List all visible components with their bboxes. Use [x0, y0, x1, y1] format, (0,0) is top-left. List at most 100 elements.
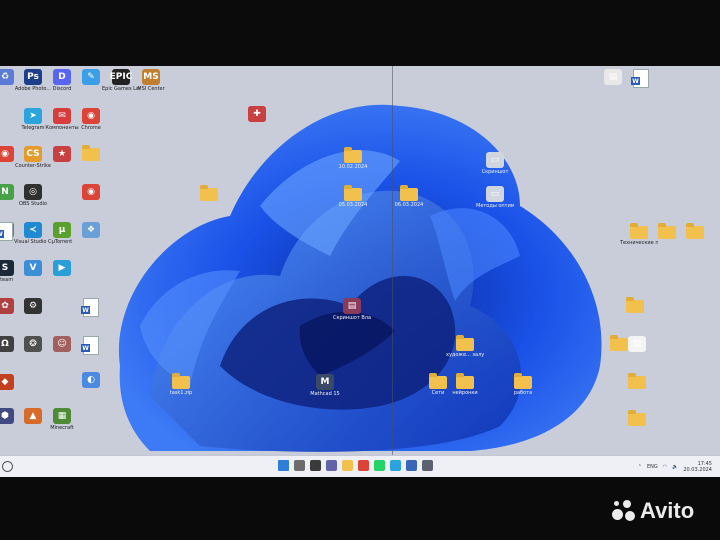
folder-icon [626, 297, 644, 313]
task-view-icon[interactable] [310, 460, 321, 471]
clock-date: 20.03.2024 [683, 467, 712, 473]
word-badge-icon: W [81, 306, 90, 314]
volume-icon[interactable]: 🔈 [672, 464, 678, 470]
app-27-icon: ❂ [24, 336, 42, 352]
system-tray: ⌃ ENG ◠ 🔈 17:45 20.03.2024 [638, 459, 712, 475]
desktop-icon-app-22[interactable]: ▶ [43, 260, 81, 277]
desktop-icon-folder-art[interactable]: художе... залупа... [446, 335, 484, 358]
settings-taskbar-icon[interactable] [422, 460, 433, 471]
desktop-icon-right-f7[interactable] [600, 335, 638, 352]
recycle-bin-icon: ♻ [0, 69, 14, 85]
chrome-2-icon: ◉ [0, 146, 14, 162]
desktop-icon-word-3[interactable]: W [72, 336, 110, 356]
desktop-icon-label: Методы оптимиза... [476, 203, 514, 209]
word-document-icon: W [81, 336, 99, 355]
desktop-icon-app-31[interactable]: ◐ [72, 372, 110, 389]
chrome-taskbar-icon[interactable] [358, 460, 369, 471]
app-22-icon: ▶ [53, 260, 71, 276]
wifi-icon[interactable]: ◠ [663, 464, 667, 470]
clock[interactable]: 17:45 20.03.2024 [683, 461, 712, 473]
word-document-icon: W [631, 69, 649, 88]
folder-icon [429, 373, 447, 389]
desktop-icon-folder-left[interactable] [190, 185, 228, 202]
app-mid-icon: ✚ [248, 106, 266, 122]
app-19-icon: ❖ [82, 222, 100, 238]
app-21-icon: V [24, 260, 42, 276]
desktop-icon-right-f3[interactable] [676, 223, 714, 240]
folder-icon [514, 373, 532, 389]
desktop-icon-folder-neiro[interactable]: нейронки [446, 373, 484, 396]
language-indicator[interactable]: ENG [647, 464, 658, 470]
desktop-icon-right-f5[interactable] [618, 373, 656, 390]
avito-logo-icon [612, 500, 636, 522]
app-28-icon: ☺ [53, 336, 71, 352]
desktop-icon-screenshot-1[interactable]: ▭ Скриншот [476, 152, 514, 175]
folder-icon [200, 185, 218, 201]
mathcad-icon: M [316, 374, 334, 390]
desktop-icon-word-2[interactable]: W [72, 298, 110, 318]
whatsapp-icon[interactable] [374, 460, 385, 471]
desktop-icon-label: Технические программы [620, 240, 658, 246]
app-14-icon: ◎ [24, 184, 42, 200]
search-taskbar-icon[interactable] [294, 460, 305, 471]
folder-icon [630, 223, 648, 239]
app-30-icon: ◆ [0, 374, 14, 390]
folder-icon [628, 373, 646, 389]
desktop-icon-app-5[interactable]: MS MSI Center [132, 69, 170, 92]
folder-icon [344, 147, 362, 163]
app-3-icon: ✎ [82, 69, 100, 85]
app-5-icon: MS [142, 69, 160, 85]
word-badge-icon: W [81, 344, 90, 352]
app-24-icon: ⚙ [24, 298, 42, 314]
app-13-icon: N [0, 184, 14, 200]
desktop-icon-folder-task[interactable]: task1.zip [162, 373, 200, 396]
folder-icon [658, 223, 676, 239]
desktop-icon-chrome-1[interactable]: ◉ Chrome [72, 108, 110, 131]
chat-icon[interactable] [326, 460, 337, 471]
file-explorer-icon[interactable] [342, 460, 353, 471]
desktop-icon-minecraft[interactable]: ▦ Minecraft [43, 408, 81, 431]
desktop-icon-app-19[interactable]: ❖ [72, 222, 110, 239]
desktop-icon-app-14[interactable]: ◎ OBS Studio [14, 184, 52, 207]
desktop-icon-label: MSI Center [137, 86, 165, 92]
desktop-icon-label: 05.03.2024 [338, 202, 368, 208]
desktop-icon-mathcad[interactable]: M Mathcad 15 [306, 374, 344, 397]
epic-games-icon: EPIC [110, 69, 132, 85]
desktop-icon-winrar[interactable]: ▤Скриншот Владисла... [333, 298, 371, 321]
desktop-icon-folder-06[interactable]: 06.03.2024 [390, 185, 428, 208]
folder-icon [456, 335, 474, 351]
desktop-icon-label: работа [513, 390, 533, 396]
desktop-icon-folder-1[interactable] [72, 145, 110, 162]
folder-icon [456, 373, 474, 389]
word-badge-icon: W [631, 77, 640, 85]
desktop-icon-app-30[interactable]: ◆ [0, 374, 24, 391]
telegram-taskbar-icon[interactable] [390, 460, 401, 471]
widgets-icon[interactable] [2, 461, 13, 472]
desktop-icon-folder-05[interactable]: 05.03.2024 [334, 185, 372, 208]
desktop-icon-right-f6[interactable] [618, 410, 656, 427]
desktop-icon-right-f4[interactable] [616, 297, 654, 314]
desktop-icon-methods[interactable]: ▭Методы оптимиза... [476, 186, 514, 209]
avito-wordmark: Avito [640, 498, 695, 523]
taskbar: ⌃ ENG ◠ 🔈 17:45 20.03.2024 [0, 455, 720, 477]
folder-icon [400, 185, 418, 201]
folder-icon [172, 373, 190, 389]
app-33-icon: ▲ [24, 408, 42, 424]
desktop-icon-app-mid[interactable]: ✚ [238, 106, 276, 123]
start-icon[interactable] [278, 460, 289, 471]
discord-icon: D [53, 69, 71, 85]
desktop-icon-chrome-3[interactable]: ◉ [72, 184, 110, 201]
app-7-icon: ✉ [53, 108, 71, 124]
desktop-icon-label: Steam [0, 277, 14, 283]
folder-icon [628, 410, 646, 426]
chrome-3-icon: ◉ [82, 184, 100, 200]
minecraft-icon: ▦ [53, 408, 71, 424]
desktop-icon-app-24[interactable]: ⚙ [14, 298, 52, 315]
steam-icon: S [0, 260, 14, 276]
tray-chevron-icon[interactable]: ⌃ [638, 464, 642, 470]
desktop-icon-label: художе... залупа... [446, 352, 484, 358]
desktop-icon-folder-10[interactable]: 10.02.2024 [334, 147, 372, 170]
desktop-icon-right-word[interactable]: W [622, 69, 660, 89]
desktop-icon-folder-rabota[interactable]: работа [504, 373, 542, 396]
app-taskbar-icon[interactable] [406, 460, 417, 471]
